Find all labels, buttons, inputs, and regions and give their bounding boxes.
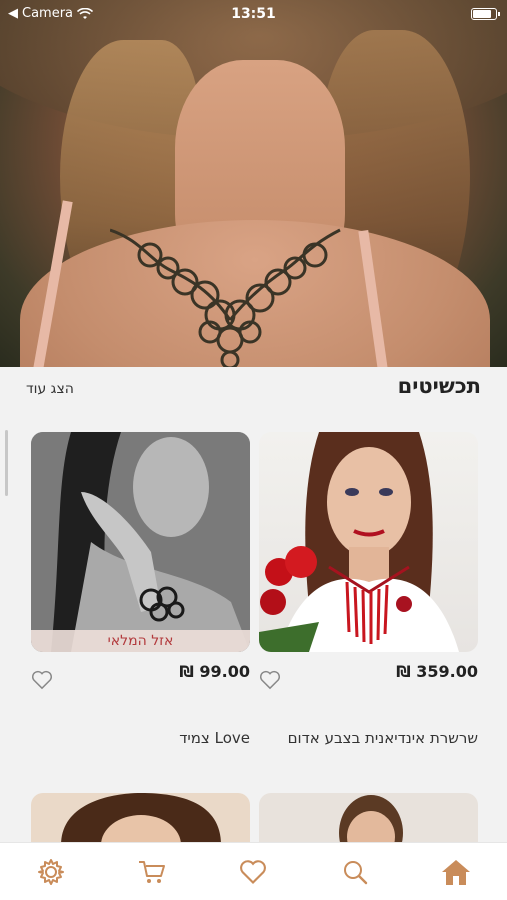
product-image[interactable] [259, 432, 478, 652]
nav-favorites[interactable] [236, 856, 270, 888]
product-price: ₪ 99.00 [179, 662, 250, 681]
sold-out-badge: אזל המלאי [31, 630, 250, 652]
nav-home[interactable] [439, 856, 473, 888]
clock: 13:51 [231, 6, 276, 22]
product-card[interactable]: אזל המלאי ₪ 99.00 צמיד Love [31, 432, 250, 747]
battery-icon [471, 8, 500, 20]
product-image-peek [339, 795, 403, 845]
product-price: ₪ 359.00 [396, 662, 478, 681]
section-title: תכשיטים [397, 374, 481, 398]
hero-banner[interactable] [0, 0, 507, 367]
status-bar: ◀ Camera 13:51 [0, 0, 507, 28]
show-more-link[interactable]: הצג עוד [26, 381, 74, 397]
product-card-peek[interactable] [31, 793, 250, 845]
nav-search[interactable] [338, 856, 372, 888]
product-name[interactable]: שרשרת אינדיאנית בצבע אדום [288, 729, 478, 747]
heart-icon [240, 860, 266, 884]
necklace-illustration [110, 228, 341, 367]
product-card-peek[interactable] [259, 793, 478, 845]
bottom-nav [0, 842, 507, 900]
favorite-heart-icon[interactable] [259, 670, 281, 690]
model-with-bracelet-image [31, 432, 250, 652]
product-image-peek [61, 793, 221, 845]
model-with-red-necklace-image [259, 432, 459, 652]
product-image[interactable]: אזל המלאי [31, 432, 250, 652]
nav-cart[interactable] [135, 856, 169, 888]
favorite-heart-icon[interactable] [31, 670, 53, 690]
settings-icon [38, 859, 64, 885]
battery-level [473, 10, 491, 18]
product-name[interactable]: צמיד Love [179, 729, 250, 747]
home-icon [442, 860, 470, 885]
nav-settings[interactable] [34, 856, 68, 888]
cart-icon [139, 861, 165, 883]
product-card[interactable]: ₪ 359.00 שרשרת אינדיאנית בצבע אדום [259, 432, 478, 747]
scroll-indicator[interactable] [5, 430, 8, 496]
search-icon [344, 861, 368, 885]
